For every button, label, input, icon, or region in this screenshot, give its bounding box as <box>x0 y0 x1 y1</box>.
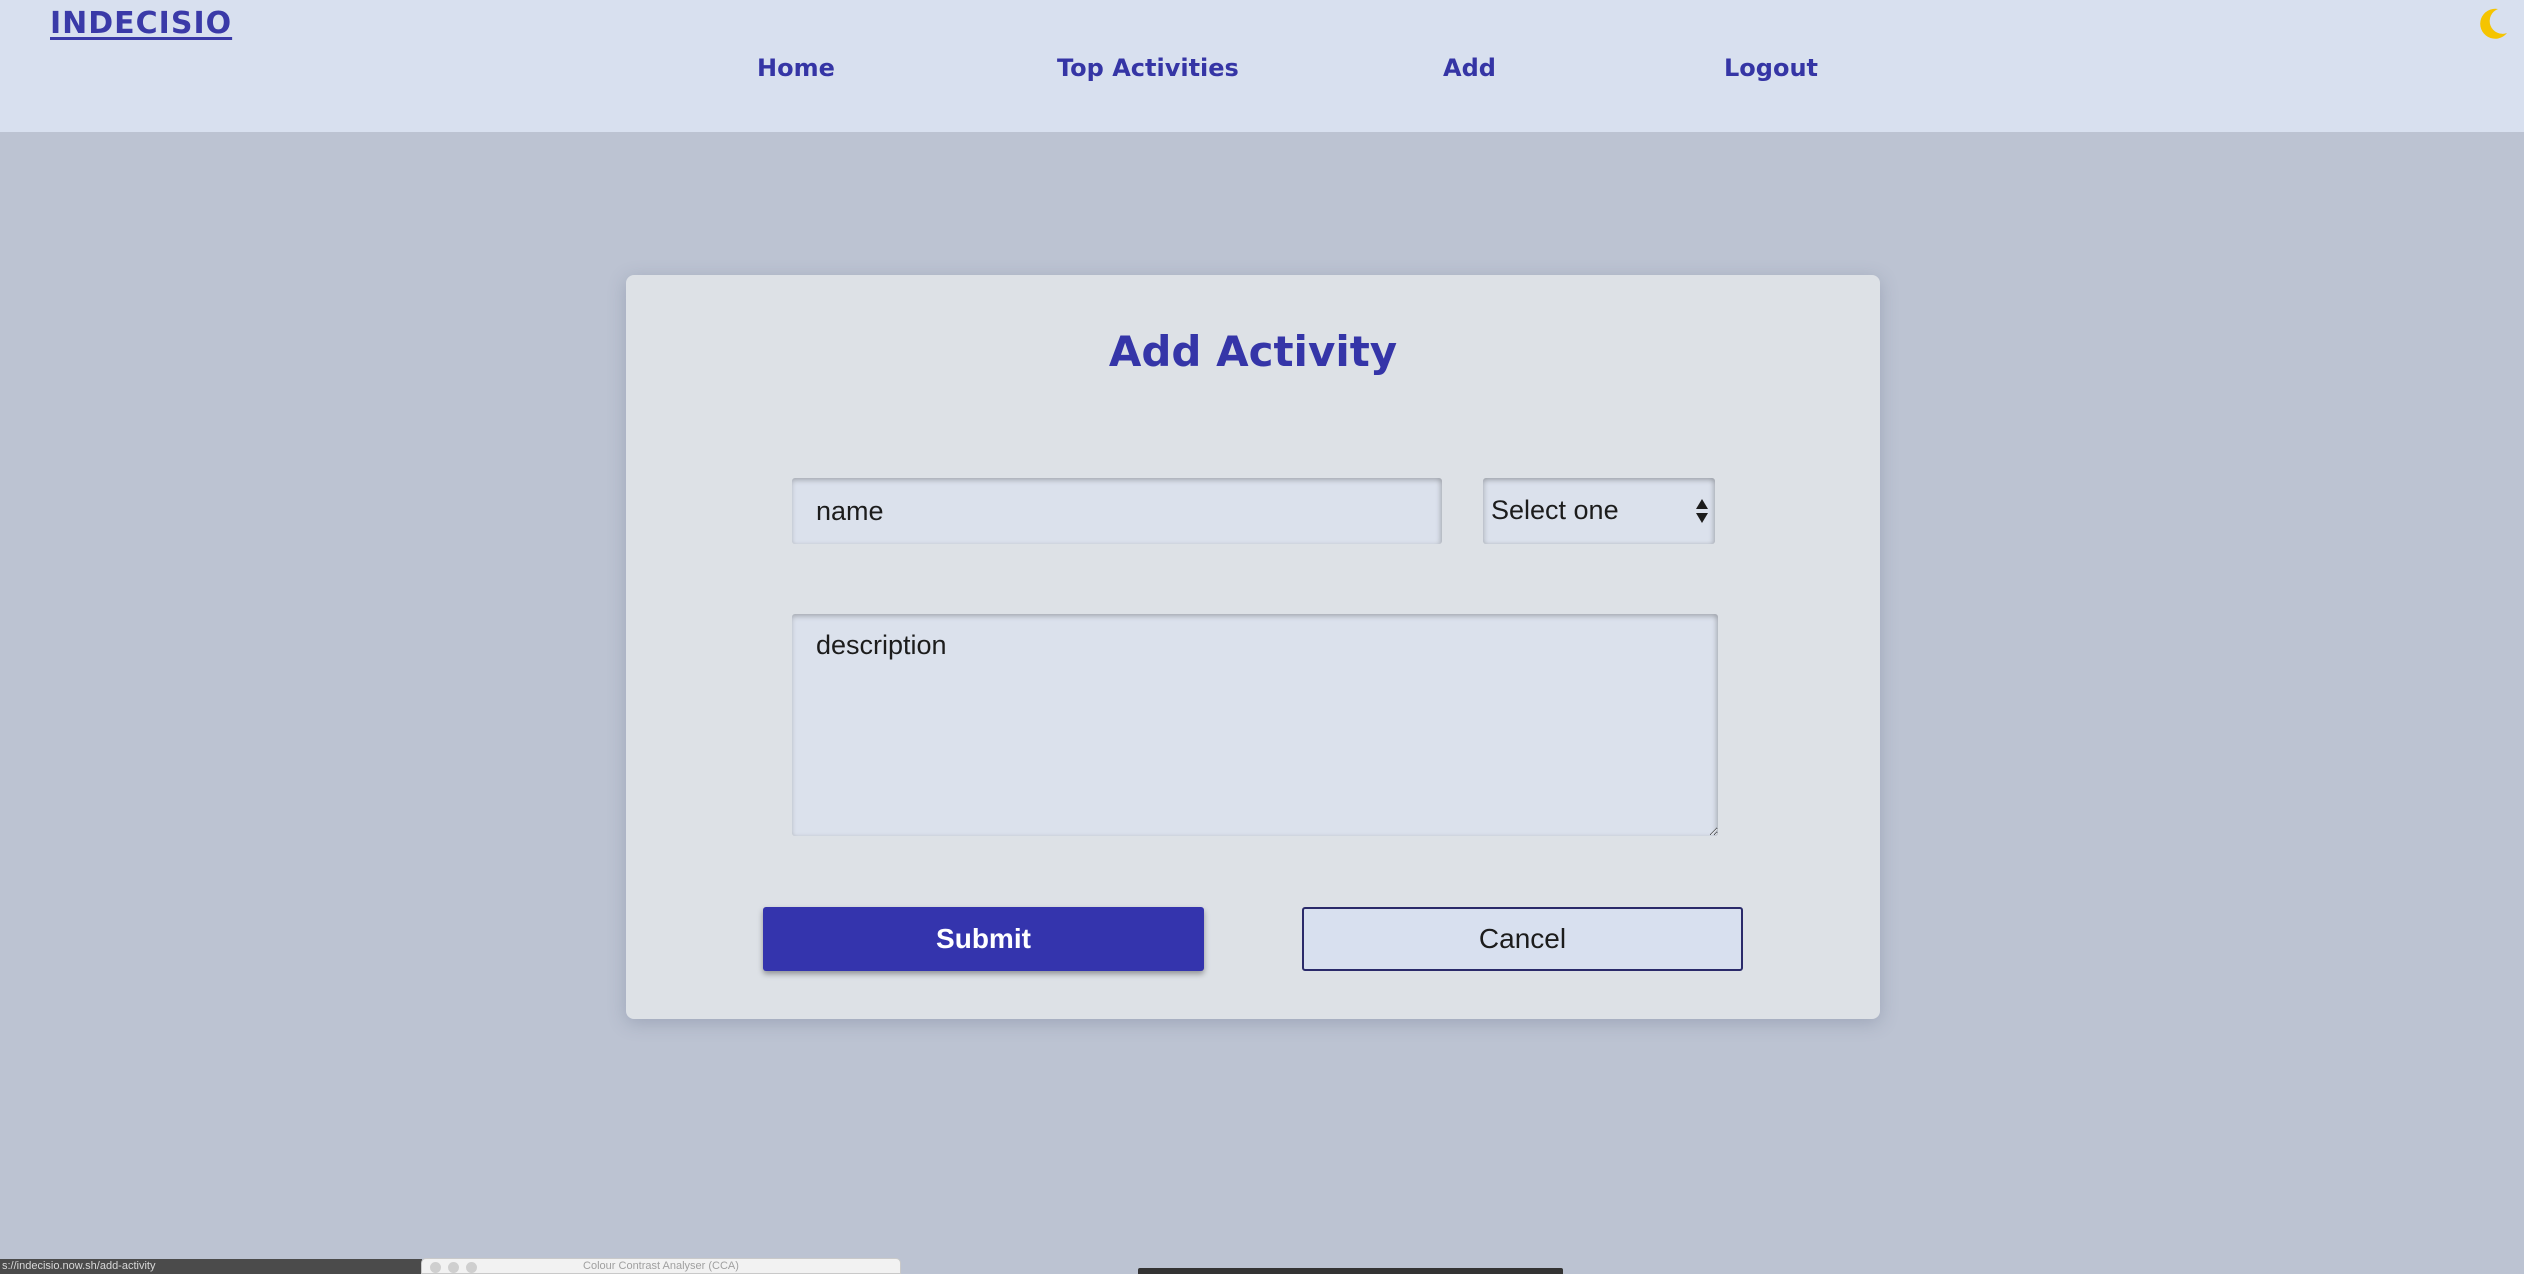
bottom-window-edge <box>1138 1268 1563 1274</box>
nav-top-activities-link[interactable]: Top Activities <box>1057 54 1239 82</box>
submit-button[interactable]: Submit <box>763 907 1204 971</box>
top-navigation-bar: INDECISIO Home Top Activities Add Logout <box>0 0 2524 132</box>
category-select[interactable]: Select one <box>1483 478 1715 544</box>
moon-icon[interactable] <box>2474 6 2510 42</box>
nav-add-link[interactable]: Add <box>1443 54 1496 82</box>
nav-logout-link[interactable]: Logout <box>1724 54 1818 82</box>
logo-link[interactable]: INDECISIO <box>50 6 232 41</box>
add-activity-card: Add Activity Select one Submit Cancel <box>626 275 1880 1019</box>
name-input[interactable] <box>792 478 1442 544</box>
category-select-value: Select one <box>1491 495 1619 525</box>
select-arrows-icon <box>1696 499 1708 523</box>
window-title: Colour Contrast Analyser (CCA) <box>583 1260 739 1272</box>
nav-home-link[interactable]: Home <box>757 54 835 82</box>
contrast-analyser-window[interactable]: Colour Contrast Analyser (CCA) <box>421 1258 901 1274</box>
page-title: Add Activity <box>1108 327 1398 376</box>
status-bar-url: s://indecisio.now.sh/add-activity <box>0 1259 422 1274</box>
cancel-button[interactable]: Cancel <box>1302 907 1743 971</box>
description-textarea[interactable] <box>792 614 1718 836</box>
